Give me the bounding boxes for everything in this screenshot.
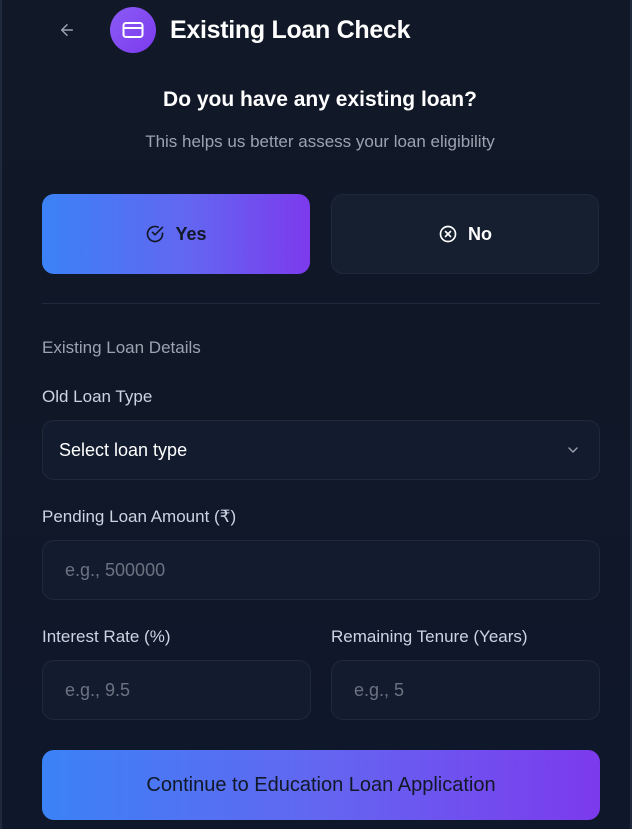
question-subtitle: This helps us better assess your loan el… [145,132,495,151]
continue-label: Continue to Education Loan Application [146,773,496,796]
remaining-tenure-label: Remaining Tenure (Years) [331,627,528,646]
pending-amount-label: Pending Loan Amount (₹) [42,507,237,526]
chevron-down-icon [568,447,578,453]
remaining-tenure-field [331,660,600,720]
x-circle-icon [439,225,457,243]
left-border [0,0,2,829]
loan-type-label: Old Loan Type [42,387,153,406]
loan-type-value: Select loan type [59,439,188,460]
remaining-tenure-input[interactable] [352,678,599,702]
question-title: Do you have any existing loan? [163,88,477,111]
interest-rate-label: Interest Rate (%) [42,627,171,646]
pending-amount-field [42,540,600,600]
section-divider [42,303,600,304]
credit-card-icon [122,22,144,38]
loan-type-select[interactable]: Select loan type [42,420,600,480]
section-title: Existing Loan Details [42,338,201,357]
arrow-left-icon [61,24,73,36]
interest-rate-field [42,660,311,720]
yes-button[interactable]: Yes [42,194,310,274]
no-button[interactable]: No [331,194,599,274]
continue-button[interactable]: Continue to Education Loan Application [42,750,600,820]
interest-rate-input[interactable] [63,678,310,702]
header-badge [110,7,156,53]
page-title: Existing Loan Check [170,15,411,44]
back-button[interactable] [56,19,78,41]
pending-amount-input[interactable] [63,558,599,582]
check-circle-icon [147,225,164,243]
yes-label: Yes [175,223,207,244]
no-label: No [468,223,492,244]
page-header: Existing Loan Check [56,6,410,54]
